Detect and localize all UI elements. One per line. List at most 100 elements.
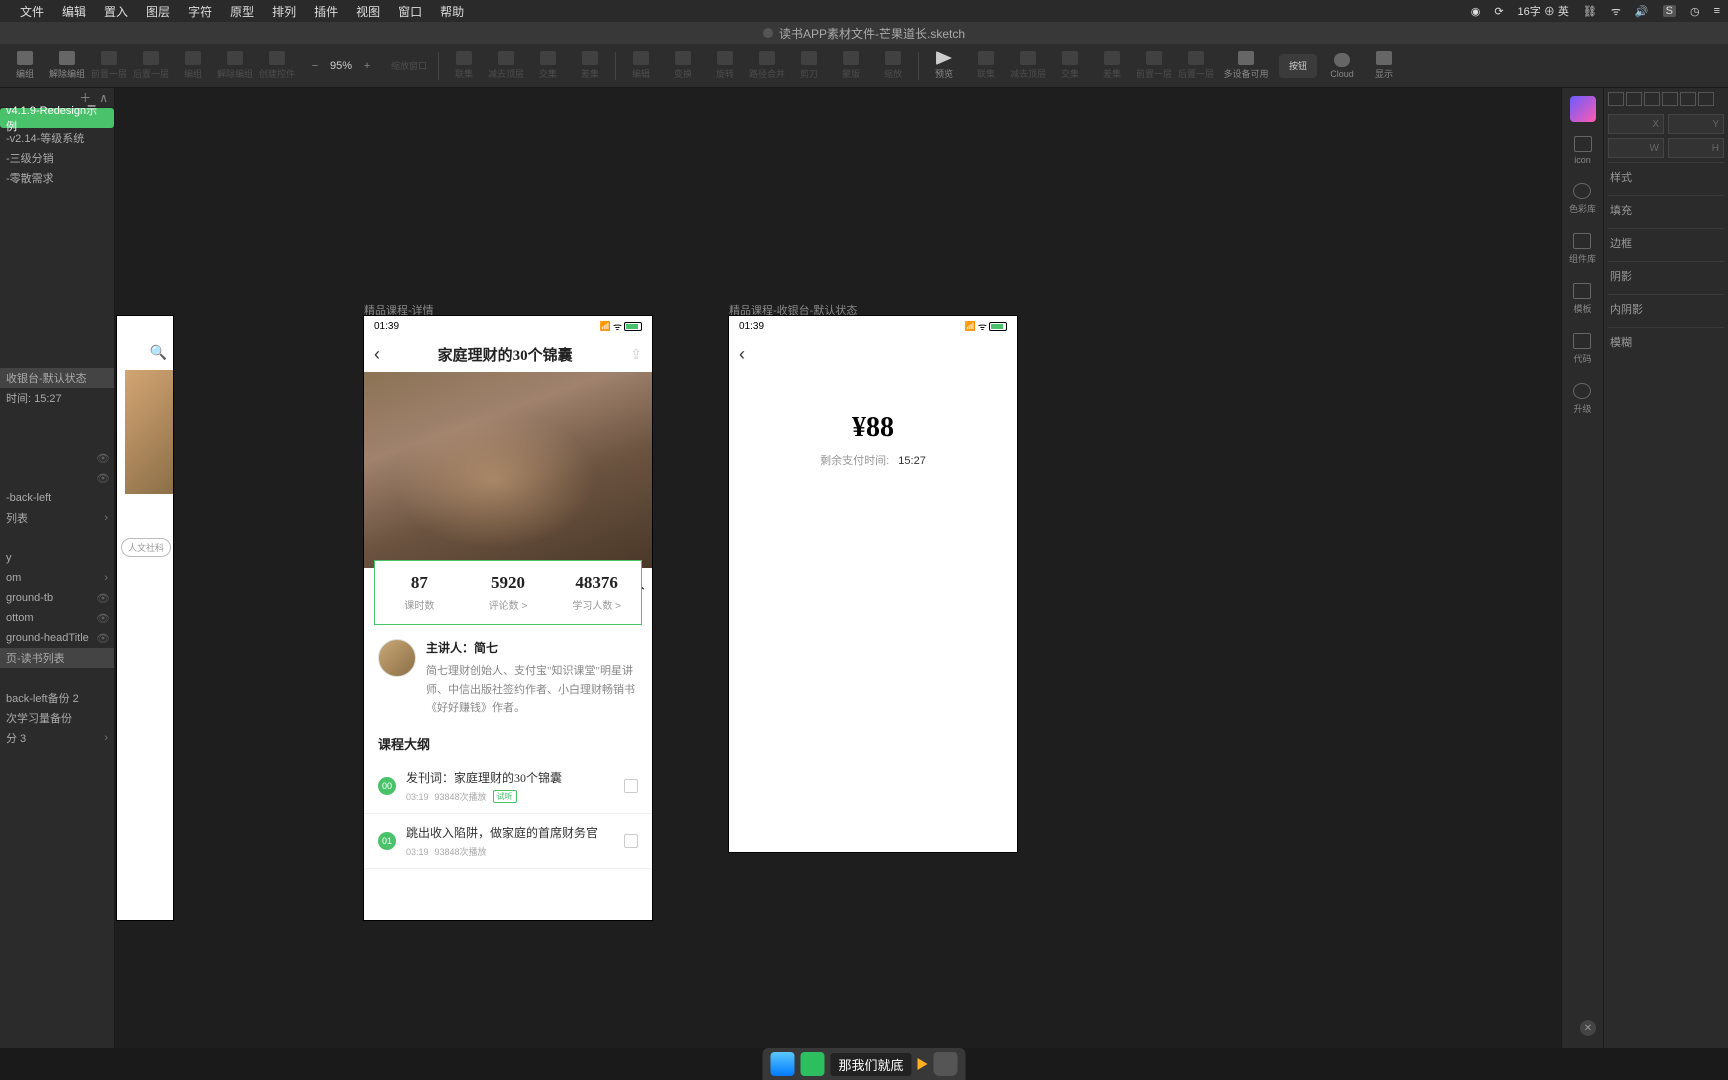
page-item[interactable]: -三级分销 [0,148,114,168]
layer-item[interactable]: y [0,548,114,568]
visibility-icon[interactable]: 👁 [96,612,108,625]
tool-preview-btn[interactable]: 预览 [923,45,965,87]
menu-help[interactable]: 帮助 [440,3,464,20]
menu-plugins[interactable]: 插件 [314,3,338,20]
tab-templates[interactable]: 模板 [1573,283,1591,315]
layer-item[interactable]: back-left备份 2 [0,688,114,708]
chevron-right-icon[interactable]: › [104,512,108,524]
tool-scissors-btn[interactable]: 剪刀 [788,45,830,87]
layer-item[interactable]: om› [0,568,114,588]
tab-colors[interactable]: 色彩库 [1569,183,1596,215]
tool-ungroup2-btn[interactable]: 解除编组 [214,45,256,87]
status-record-icon[interactable]: ◉ [1471,5,1481,18]
artboard-course-detail[interactable]: 01:39 📶ᯤ ‹ 家庭理财的30个锦囊 ⇪ 87课时数 5920评论数 > … [364,316,652,920]
close-icon[interactable]: ✕ [1580,1020,1596,1036]
artboard-list-partial[interactable]: 🔍 人文社科 [117,316,173,920]
wifi-icon[interactable]: ᯤ [1611,4,1621,19]
align-center-btn[interactable] [1626,92,1642,106]
layer-item[interactable]: -back-left [0,488,114,508]
menu-edit[interactable]: 编辑 [62,3,86,20]
tool-subtract-btn[interactable]: 减去顶层 [485,45,527,87]
layer-item[interactable]: 分 3› [0,728,114,748]
play-icon[interactable] [918,1058,928,1070]
tab-icon[interactable]: icon [1574,136,1592,165]
tool-multi-device-btn[interactable]: 多设备可用 [1217,45,1275,87]
status-sync-icon[interactable]: ⟳ [1494,5,1503,18]
tool-rotate-btn[interactable]: 旋转 [704,45,746,87]
tool-subtract2-btn[interactable]: 减去顶层 [1007,45,1049,87]
section-border[interactable]: 边框 [1608,228,1724,257]
menu-file[interactable]: 文件 [20,3,44,20]
tool-forward-btn[interactable]: 前置一层 [88,45,130,87]
page-item[interactable]: -零散需求 [0,168,114,188]
finder-icon[interactable] [770,1052,794,1076]
layer-item[interactable]: ground-tb👁 [0,588,114,608]
tab-code[interactable]: 代码 [1573,333,1591,365]
align-top-btn[interactable] [1662,92,1678,106]
chevron-right-icon[interactable]: › [104,732,108,744]
artboard-checkout[interactable]: 01:39 📶ᯤ ‹ ¥88 剩余支付时间: 15:27 [729,316,1017,852]
menu-prototype[interactable]: 原型 [230,3,254,20]
layer-item[interactable]: 👁 [0,448,114,468]
layer-item[interactable]: ground-headTitle👁 [0,628,114,648]
menu-arrange[interactable]: 排列 [272,3,296,20]
visibility-icon[interactable]: 👁 [96,592,108,605]
tool-union-btn[interactable]: 联集 [443,45,485,87]
coord-x[interactable]: X [1608,114,1664,134]
layer-item[interactable]: 收银台-默认状态 [0,368,114,388]
evernote-icon[interactable] [800,1052,824,1076]
align-bottom-btn[interactable] [1698,92,1714,106]
coord-h[interactable]: H [1668,138,1724,158]
status-link-icon[interactable]: ⛓ [1583,5,1597,18]
menu-insert[interactable]: 置入 [104,3,128,20]
align-right-btn[interactable] [1644,92,1660,106]
zoom-value[interactable]: 95% [330,60,352,72]
tool-diff2-btn[interactable]: 差集 [1091,45,1133,87]
tool-edit-btn[interactable]: 编辑 [620,45,662,87]
section-inner-shadow[interactable]: 内阴影 [1608,294,1724,323]
tool-cloud-btn[interactable]: Cloud [1321,45,1363,87]
tool-show-btn[interactable]: 显示 [1363,45,1405,87]
tool-bwd2-btn[interactable]: 后置一层 [1175,45,1217,87]
menu-text[interactable]: 字符 [188,3,212,20]
tool-ungroup-btn[interactable]: 解除编组 [46,45,88,87]
section-fill[interactable]: 填充 [1608,195,1724,224]
tool-scale-window[interactable]: 缩放窗口 [384,45,434,87]
tool-create-symbol-btn[interactable]: 创建控件 [256,45,298,87]
tool-group2-btn[interactable]: 编组 [172,45,214,87]
tool-group-btn[interactable]: 编组 [4,45,46,87]
section-blur[interactable]: 模糊 [1608,327,1724,356]
layer-item[interactable]: 👁 [0,468,114,488]
section-shadow[interactable]: 阴影 [1608,261,1724,290]
tool-intersect2-btn[interactable]: 交集 [1049,45,1091,87]
menu-view[interactable]: 视图 [356,3,380,20]
layer-item[interactable]: ottom👁 [0,608,114,628]
status-s-icon[interactable]: S [1663,5,1676,17]
tool-button-btn[interactable]: 按钮 [1279,54,1317,78]
menu-icon[interactable]: ≡ [1714,5,1720,17]
section-style[interactable]: 样式 [1608,162,1724,191]
zoom-out-btn[interactable]: − [306,60,324,72]
trash-icon[interactable] [934,1052,958,1076]
tab-upgrade[interactable]: 升级 [1573,383,1591,415]
tool-flatten-btn[interactable]: 路径合并 [746,45,788,87]
canvas[interactable]: 🔍 人文社科 精品课程-详情 01:39 📶ᯤ ‹ 家庭理财的30个锦囊 ⇪ 8… [115,88,1561,1048]
layer-item[interactable]: 次学习量备份 [0,708,114,728]
layer-item[interactable]: 时间: 15:27 [0,388,114,408]
zoom-in-btn[interactable]: + [358,60,376,72]
align-left-btn[interactable] [1608,92,1624,106]
tool-scale-btn[interactable]: 缩放 [872,45,914,87]
tool-fwd2-btn[interactable]: 前置一层 [1133,45,1175,87]
tool-mask-btn[interactable]: 蒙版 [830,45,872,87]
chevron-right-icon[interactable]: › [104,572,108,584]
plugin-logo-icon[interactable] [1570,96,1596,122]
tool-union2-btn[interactable]: 联集 [965,45,1007,87]
coord-w[interactable]: W [1608,138,1664,158]
visibility-icon[interactable]: 👁 [96,472,108,485]
tool-difference-btn[interactable]: 差集 [569,45,611,87]
tool-intersect-btn[interactable]: 交集 [527,45,569,87]
tool-transform-btn[interactable]: 变换 [662,45,704,87]
visibility-icon[interactable]: 👁 [96,632,108,645]
tab-components[interactable]: 组件库 [1569,233,1596,265]
volume-icon[interactable]: 🔊 [1635,5,1649,18]
